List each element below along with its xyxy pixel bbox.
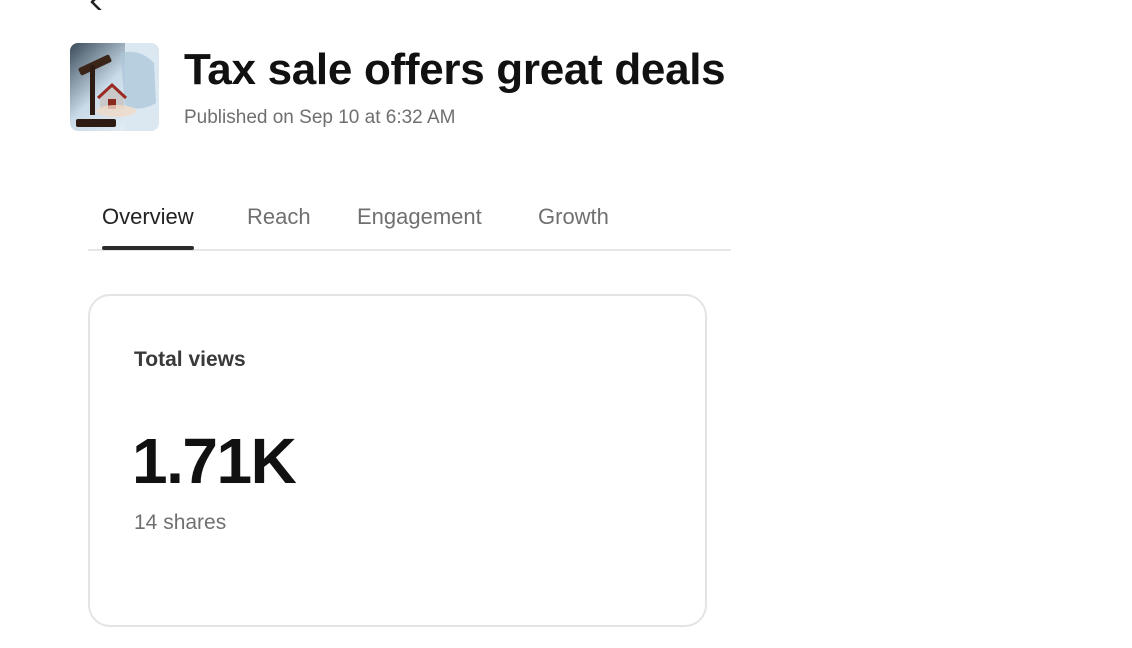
tab-overview[interactable]: Overview <box>102 204 194 250</box>
shares-count: 14 shares <box>134 511 227 534</box>
tab-label: Engagement <box>357 204 482 229</box>
post-thumbnail <box>70 43 159 131</box>
chevron-left-icon <box>90 0 104 14</box>
post-insights-page: Tax sale offers great deals Published on… <box>0 0 1132 648</box>
page-title: Tax sale offers great deals <box>184 45 726 94</box>
tab-reach[interactable]: Reach <box>247 204 311 249</box>
back-button[interactable] <box>84 0 108 14</box>
stat-label: Total views <box>134 348 246 371</box>
tab-bar: Overview Reach Engagement Growth <box>88 198 731 251</box>
tab-growth[interactable]: Growth <box>538 204 609 249</box>
gavel-house-image <box>70 43 159 131</box>
stat-value: 1.71K <box>132 425 297 497</box>
tab-engagement[interactable]: Engagement <box>357 204 482 249</box>
total-views-card: Total views 1.71K 14 shares <box>88 294 707 627</box>
header-text: Tax sale offers great deals Published on… <box>184 43 726 129</box>
published-date: Published on Sep 10 at 6:32 AM <box>184 107 456 128</box>
post-header: Tax sale offers great deals Published on… <box>70 43 726 131</box>
tab-label: Reach <box>247 204 311 229</box>
active-tab-indicator <box>102 246 194 250</box>
tab-label: Growth <box>538 204 609 229</box>
tab-label: Overview <box>102 204 194 229</box>
